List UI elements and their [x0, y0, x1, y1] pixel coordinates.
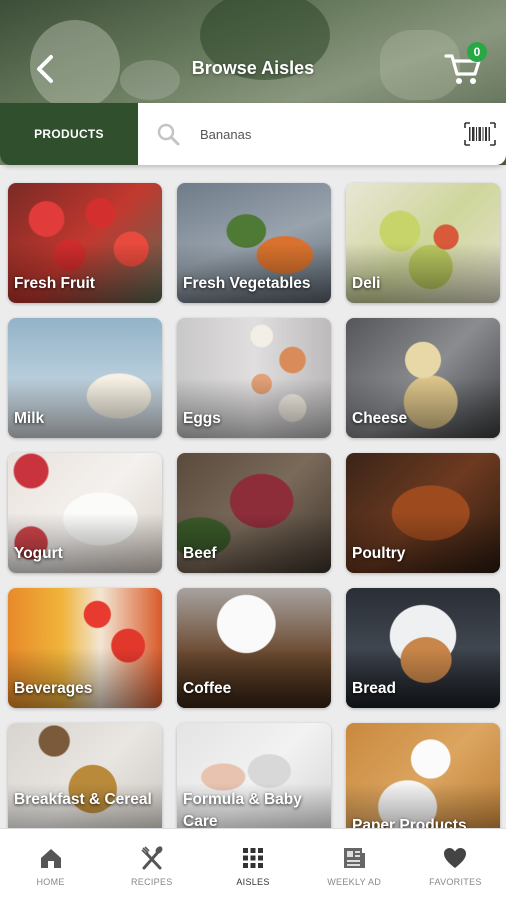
aisle-label: Eggs — [183, 410, 221, 427]
nav-favorites[interactable]: FAVORITES — [405, 829, 506, 900]
aisle-tile-formula-baby-care[interactable]: Formula & Baby Care — [177, 723, 331, 843]
aisle-tile-yogurt[interactable]: Yogurt — [8, 453, 162, 573]
nav-label: FAVORITES — [429, 877, 482, 887]
aisle-tile-milk[interactable]: Milk — [8, 318, 162, 438]
nav-home[interactable]: HOME — [0, 829, 101, 900]
aisle-tile-beverages[interactable]: Beverages — [8, 588, 162, 708]
aisle-label: Coffee — [183, 680, 232, 697]
page-title: Browse Aisles — [191, 58, 315, 78]
utensils-icon — [141, 846, 163, 870]
nav-label: RECIPES — [130, 877, 173, 887]
aisle-tile-coffee[interactable]: Coffee — [177, 588, 331, 708]
nav-label: WEEKLY AD — [327, 877, 382, 887]
aisle-tile-fresh-vegetables[interactable]: Fresh Vegetables — [177, 183, 331, 303]
search-bar: PRODUCTS — [0, 103, 506, 165]
nav-label: AISLES — [236, 877, 270, 887]
products-tab[interactable]: PRODUCTS — [0, 103, 138, 165]
aisle-tile-paper-products[interactable]: Paper Products — [346, 723, 500, 843]
aisle-label: Deli — [352, 275, 381, 292]
aisle-label: Bread — [352, 680, 396, 697]
newspaper-icon — [344, 848, 366, 868]
aisle-label: Fresh Fruit — [14, 275, 95, 292]
cart-count-badge: 0 — [467, 42, 487, 62]
grid-icon — [243, 848, 263, 868]
home-icon — [40, 849, 61, 868]
aisle-label: Yogurt — [14, 545, 63, 562]
aisle-tile-beef[interactable]: Beef — [177, 453, 331, 573]
aisle-label: Formula & Baby Care — [183, 791, 302, 830]
nav-weekly-ad[interactable]: WEEKLY AD — [304, 829, 405, 900]
aisle-tile-breakfast-cereal[interactable]: Breakfast & Cereal — [8, 723, 162, 843]
aisle-label: Milk — [14, 410, 45, 427]
aisle-tile-bread[interactable]: Bread — [346, 588, 500, 708]
aisle-label: Fresh Vegetables — [183, 275, 311, 292]
nav-label: HOME — [36, 877, 65, 887]
search-icon — [157, 123, 180, 146]
aisle-tile-cheese[interactable]: Cheese — [346, 318, 500, 438]
search-input[interactable] — [200, 121, 440, 147]
aisle-tile-fresh-fruit[interactable]: Fresh Fruit — [8, 183, 162, 303]
aisle-label: Beef — [183, 545, 217, 562]
aisle-label: Cheese — [352, 410, 408, 427]
aisle-tile-poultry[interactable]: Poultry — [346, 453, 500, 573]
aisle-tile-eggs[interactable]: Eggs — [177, 318, 331, 438]
aisle-tile-deli[interactable]: Deli — [346, 183, 500, 303]
nav-aisles[interactable]: AISLES — [202, 829, 303, 900]
barcode-icon[interactable] — [464, 122, 496, 146]
aisle-label: Beverages — [14, 680, 93, 697]
aisle-label: Breakfast & Cereal — [14, 791, 152, 808]
nav-recipes[interactable]: RECIPES — [101, 829, 202, 900]
aisle-label: Poultry — [352, 545, 406, 562]
bottom-nav: HOME RECIPES AISLES WEEKLY AD FAVORITES — [0, 828, 506, 900]
heart-icon — [444, 848, 467, 868]
